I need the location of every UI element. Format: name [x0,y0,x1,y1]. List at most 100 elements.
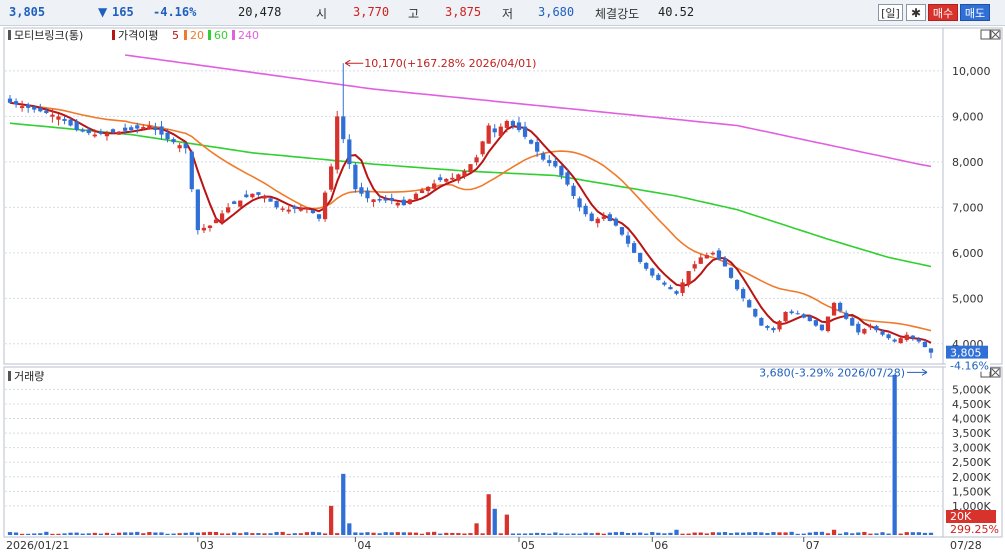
volume-bar [425,532,431,535]
stock-chart[interactable]: 10,0009,0008,0007,0006,0005,0004,000 5,0… [0,26,1005,553]
legend-ma5: 5 [172,29,179,42]
volume-bar [831,529,837,535]
buy-button[interactable]: 매수 [928,4,958,21]
volume-bar [807,532,812,535]
candle-body [26,104,31,108]
last-change-label: -4.16% [950,360,989,373]
current-price: 3,805 [9,5,46,19]
volume-bar [26,533,31,535]
candle-body [559,165,564,176]
volume-legend: 거래량 [8,370,44,383]
candle-body [759,318,764,326]
volume-bar [432,531,437,535]
volume-bar [359,532,364,535]
candle-body [80,129,85,132]
candle-body [910,335,915,339]
volume-bar [389,532,394,535]
volume-bar [395,532,400,535]
volume-bar [56,533,61,535]
candle-body [898,338,903,344]
candle-body [116,131,122,135]
price-panel-controls[interactable] [980,29,1001,40]
volume-bar [456,533,461,535]
volume-bar [401,532,406,535]
volume-bar [371,532,376,535]
volume-bar [486,494,491,535]
candle-body [722,258,728,267]
volume-bar [377,533,382,535]
volume-tick-label: 2,500K [952,456,991,469]
candle-body [589,213,594,222]
date-tick-label: 03 [200,539,214,552]
volume-bar [474,523,479,535]
volume-bar [80,533,85,535]
volume-bar [668,532,673,535]
volume-bar [183,532,188,535]
volume-bar [625,533,631,535]
candle-body [189,151,194,190]
candle-body [19,106,25,109]
volume-bar [329,505,334,535]
volume-bar [232,532,237,535]
candle-body [347,139,352,165]
volume-bar [795,533,800,535]
max-annotation-text: 10,170(+167.28% 2026/04/01) [364,57,536,70]
low-label: 저 [502,7,514,21]
candle-body [159,126,164,135]
volume-bar [244,532,249,535]
candle-body [565,172,570,185]
volume-bar [747,532,752,535]
maximize-icon[interactable] [980,29,991,40]
volume-bar [262,533,267,535]
volume-bar [129,532,134,535]
volume-bar [862,531,867,535]
volume-bar [674,529,679,535]
candle-body [432,183,437,189]
volume-bar [347,523,352,535]
candle-body [650,268,655,276]
volume-bar [916,532,922,535]
settings-button[interactable]: ✱ [906,4,926,21]
sell-button[interactable]: 매도 [960,4,990,21]
candle-body [341,116,346,140]
candle-body [619,227,625,235]
candle-body [716,250,722,260]
candle-body [238,200,243,207]
volume-bar [528,533,534,535]
candle-body [38,107,43,112]
volume-bar [892,374,897,535]
last-volume-badge: 20K 299.25% [946,510,999,536]
volume-bar [601,533,606,535]
volume-bar [201,532,207,535]
legend-ma240: 240 [238,29,259,42]
volume-bar [607,532,612,535]
price-tick-label: 6,000 [952,247,984,260]
candle-body [56,116,61,120]
candle-body [498,126,503,137]
high-label: 고 [408,7,420,21]
volume-bar [753,531,758,535]
candle-body [734,279,740,290]
volume-bar [383,532,388,535]
candle-body [62,118,67,121]
volume-bar [177,533,182,535]
volume-bar [819,531,825,535]
price-tick-label: 9,000 [952,110,984,123]
period-button[interactable]: [일] [878,4,903,21]
volume-bar [662,533,667,535]
last-volume-pct-label: 299.25% [950,523,999,536]
candle-body [704,255,709,259]
volume-bar [159,532,164,535]
volume-bar [759,532,764,535]
volume-bar [771,532,776,535]
volume-bar [734,532,740,535]
change-arrow-icon: ▼ [98,5,108,19]
volume-bar [86,533,91,535]
volume-bar [722,532,728,535]
candle-body [698,257,703,264]
volume-bar [13,532,19,535]
volume-bar [153,532,158,535]
volume-bar [783,532,788,535]
volume-bar [74,532,79,535]
candle-body [104,133,110,137]
